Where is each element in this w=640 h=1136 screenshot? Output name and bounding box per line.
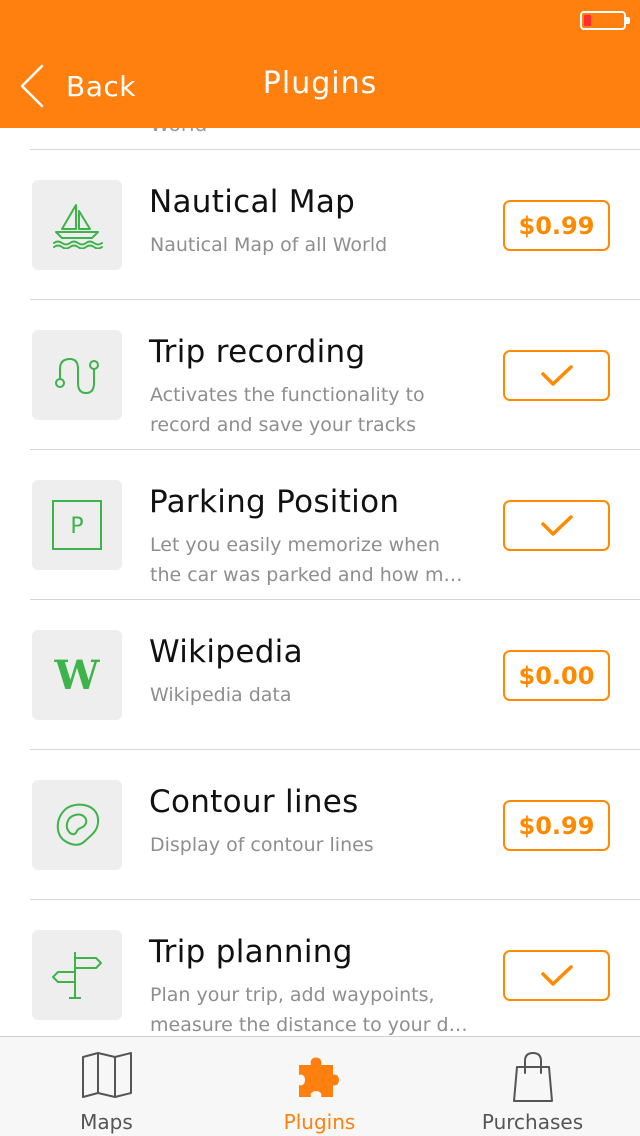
tab-plugins[interactable]: Plugins	[213, 1037, 426, 1136]
checkmark-icon	[540, 964, 573, 986]
plugin-description: Nautical Map of all World	[150, 234, 388, 256]
checkmark-icon	[540, 364, 573, 386]
plugin-description: Activates the functionality to record an…	[150, 384, 425, 436]
tab-maps[interactable]: Maps	[0, 1037, 213, 1136]
puzzle-icon	[298, 1057, 339, 1097]
list-item[interactable]: Nautical Map Nautical Map of all World $…	[0, 150, 640, 300]
plugin-list[interactable]: World Nautical Map Nautical Map of all W…	[0, 128, 640, 1036]
plugin-icon-box	[32, 330, 122, 420]
tab-label: Purchases	[481, 1110, 584, 1134]
list-item[interactable]: W Wikipedia Wikipedia data $0.00	[0, 600, 640, 750]
checkmark-icon	[540, 514, 573, 536]
shopping-bag-icon	[512, 1052, 553, 1102]
plugin-description: Wikipedia data	[150, 684, 292, 706]
list-item[interactable]: Contour lines Display of contour lines $…	[0, 750, 640, 900]
svg-text:W: W	[54, 653, 101, 697]
contour-icon	[56, 803, 100, 846]
route-icon	[55, 357, 99, 395]
plugin-description: Plan your trip, add waypoints, measure t…	[150, 984, 468, 1036]
battery-icon	[580, 11, 630, 30]
svg-text:P: P	[70, 514, 83, 539]
tab-bar: Maps Plugins Purchases	[0, 1036, 640, 1136]
list-item[interactable]: Trip recording Activates the functionali…	[0, 300, 640, 450]
navigation-bar: Back Plugins	[0, 0, 640, 128]
purchased-check-button[interactable]	[503, 500, 610, 551]
plugin-icon-box	[32, 780, 122, 870]
cut-off-subtitle: World	[150, 128, 207, 136]
plugin-title: Parking Position	[149, 484, 400, 520]
plugin-description: Let you easily memorize when the car was…	[150, 534, 463, 586]
plugin-title: Trip planning	[149, 934, 353, 970]
plugin-icon-box	[32, 930, 122, 1020]
plugin-title: Trip recording	[149, 334, 366, 370]
plugin-title: Wikipedia	[149, 634, 303, 670]
price-button[interactable]: $0.99	[503, 800, 610, 851]
parking-icon: P	[52, 500, 102, 550]
page-title: Plugins	[262, 66, 378, 101]
plugin-icon-box: W	[32, 630, 122, 720]
price-button[interactable]: $0.99	[503, 200, 610, 251]
purchased-check-button[interactable]	[503, 350, 610, 401]
list-item[interactable]: P Parking Position Let you easily memori…	[0, 450, 640, 600]
tab-purchases[interactable]: Purchases	[426, 1037, 639, 1136]
list-item[interactable]: Trip planning Plan your trip, add waypoi…	[0, 900, 640, 1036]
signpost-icon	[52, 952, 102, 999]
purchased-check-button[interactable]	[503, 950, 610, 1001]
plugin-title: Nautical Map	[149, 184, 356, 220]
tab-label: Maps	[80, 1110, 133, 1134]
wikipedia-icon: W	[54, 653, 101, 697]
plugin-icon-box	[32, 180, 122, 270]
tab-label: Plugins	[283, 1110, 356, 1134]
map-icon	[81, 1052, 132, 1098]
price-button[interactable]: $0.00	[503, 650, 610, 701]
plugin-icon-box: P	[32, 480, 122, 570]
plugin-description: Display of contour lines	[150, 834, 374, 856]
sailboat-icon	[53, 204, 103, 249]
plugin-title: Contour lines	[149, 784, 359, 820]
